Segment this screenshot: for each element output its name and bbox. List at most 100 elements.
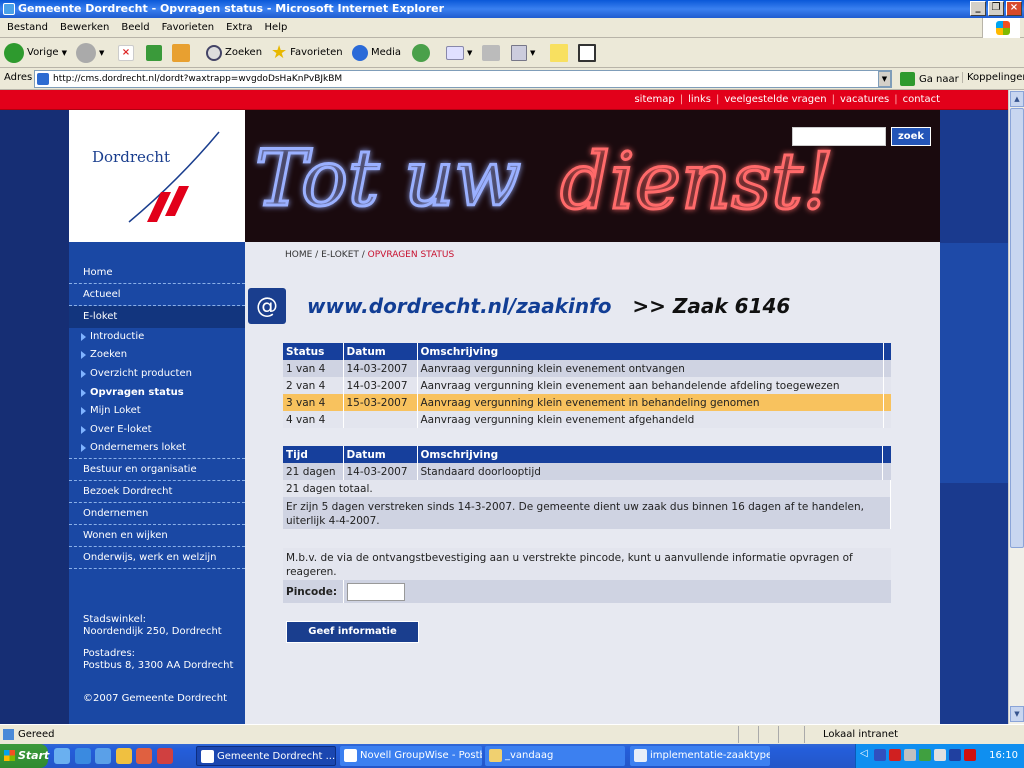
tray-app2-icon[interactable] xyxy=(919,749,931,761)
quicklaunch-app-icon[interactable] xyxy=(136,748,152,764)
home-icon xyxy=(172,44,190,62)
address-input[interactable]: http://cms.dordrecht.nl/dordt?waxtrapp=w… xyxy=(34,70,892,88)
menu-favorites[interactable]: Favorieten xyxy=(156,18,220,38)
browser-toolbar: Vorige ▼ ▼ × Zoeken ★ Favorieten Media ▼ … xyxy=(0,38,1024,68)
task-implementatie[interactable]: implementatie-zaaktype-... xyxy=(630,746,770,766)
dordrecht-logo[interactable]: Dordrecht xyxy=(69,110,245,242)
pincode-input[interactable] xyxy=(346,582,405,601)
refresh-icon xyxy=(146,45,162,61)
menu-view[interactable]: Beeld xyxy=(115,18,155,38)
stop-button[interactable]: × xyxy=(118,42,134,64)
minimize-button[interactable]: _ xyxy=(970,1,986,16)
history-icon xyxy=(412,44,430,62)
right-margin xyxy=(940,110,1008,724)
nav-sub-ondernemers[interactable]: Ondernemers loket xyxy=(69,439,245,459)
notes-button[interactable] xyxy=(550,42,568,64)
nav-onderwijs[interactable]: Onderwijs, werk en welzijn xyxy=(69,547,245,569)
back-button[interactable]: Vorige ▼ xyxy=(4,42,67,64)
window-title-bar[interactable]: Gemeente Dordrecht - Opvragen status - M… xyxy=(0,0,1024,18)
nav-eloket[interactable]: E-loket xyxy=(69,306,245,328)
nav-actueel[interactable]: Actueel xyxy=(69,284,245,306)
quicklaunch-app2-icon[interactable] xyxy=(157,748,173,764)
site-search-button[interactable]: zoek xyxy=(891,127,931,146)
nav-wonen[interactable]: Wonen en wijken xyxy=(69,525,245,547)
messenger-button[interactable] xyxy=(578,42,596,64)
task-vandaag[interactable]: _vandaag xyxy=(485,746,625,766)
forward-button[interactable]: ▼ xyxy=(76,42,104,64)
menu-help[interactable]: Help xyxy=(259,18,294,38)
vertical-scrollbar[interactable]: ▲ ▼ xyxy=(1008,90,1024,724)
quicklaunch-desktop-icon[interactable] xyxy=(54,748,70,764)
refresh-button[interactable] xyxy=(146,42,162,64)
media-icon xyxy=(352,45,368,61)
crumb-eloket[interactable]: E-LOKET xyxy=(321,250,359,260)
menu-tools[interactable]: Extra xyxy=(220,18,258,38)
tray-volume-icon[interactable] xyxy=(934,749,946,761)
nav-sub-introductie[interactable]: Introductie xyxy=(69,328,245,346)
tray-app-icon[interactable] xyxy=(904,749,916,761)
print-button[interactable] xyxy=(482,42,500,64)
link-links[interactable]: links xyxy=(688,94,711,105)
menu-file[interactable]: Bestand xyxy=(0,18,54,38)
breadcrumb: HOME / E-LOKET / OPVRAGEN STATUS xyxy=(285,250,455,260)
status-text: Gereed xyxy=(18,729,55,740)
link-faq[interactable]: veelgestelde vragen xyxy=(724,94,826,105)
history-button[interactable] xyxy=(412,42,430,64)
tray-app3-icon[interactable] xyxy=(949,749,961,761)
windows-logo-icon xyxy=(982,18,1020,38)
nav-ondernemen[interactable]: Ondernemen xyxy=(69,503,245,525)
forward-arrow-icon xyxy=(76,43,96,63)
go-button[interactable]: Ga naar xyxy=(900,72,959,86)
nav-sub-mijn-loket[interactable]: Mijn Loket xyxy=(69,402,245,420)
mail-button[interactable]: ▼ xyxy=(446,42,472,64)
links-button[interactable]: Koppelingen xyxy=(962,72,1024,83)
start-button[interactable]: Start xyxy=(0,744,49,768)
quicklaunch-outlook-icon[interactable] xyxy=(95,748,111,764)
postadres-label: Postadres: xyxy=(83,648,136,659)
quicklaunch-media-icon[interactable] xyxy=(116,748,132,764)
scroll-up-arrow-icon[interactable]: ▲ xyxy=(1010,91,1024,107)
scroll-thumb[interactable] xyxy=(1010,108,1024,548)
link-sitemap[interactable]: sitemap xyxy=(634,94,674,105)
nav-sub-opvragen-status[interactable]: Opvragen status xyxy=(69,384,245,402)
tray-network-icon[interactable] xyxy=(874,749,886,761)
star-icon: ★ xyxy=(271,42,288,63)
nav-sub-overzicht[interactable]: Overzicht producten xyxy=(69,365,245,383)
tray-expand-icon[interactable]: ◁ xyxy=(860,748,868,759)
favorites-button[interactable]: ★ Favorieten xyxy=(271,42,343,64)
nav-bezoek[interactable]: Bezoek Dordrecht xyxy=(69,481,245,503)
stop-icon: × xyxy=(118,45,134,61)
table-row: 21 dagen 14-03-2007 Standaard doorloopti… xyxy=(283,463,891,480)
nav-sub-zoeken[interactable]: Zoeken xyxy=(69,346,245,364)
nav-bestuur[interactable]: Bestuur en organisatie xyxy=(69,459,245,481)
nav-sub-over-eloket[interactable]: Over E-loket xyxy=(69,421,245,439)
close-button[interactable]: × xyxy=(1006,1,1022,16)
taskbar: Start Gemeente Dordrecht ... Novell Grou… xyxy=(0,744,1024,768)
link-contact[interactable]: contact xyxy=(903,94,940,105)
crumb-home[interactable]: HOME xyxy=(285,250,312,260)
task-ie-dordrecht[interactable]: Gemeente Dordrecht ... xyxy=(196,746,336,766)
address-dropdown[interactable]: ▼ xyxy=(878,71,891,87)
edit-button[interactable]: ▼ xyxy=(511,42,535,64)
col-status: Status xyxy=(283,343,344,360)
search-button[interactable]: Zoeken xyxy=(206,42,262,64)
media-button[interactable]: Media xyxy=(352,42,401,64)
quicklaunch-ie-icon[interactable] xyxy=(75,748,91,764)
link-vacatures[interactable]: vacatures xyxy=(840,94,889,105)
table-row: Pincode: xyxy=(283,580,891,603)
menu-edit[interactable]: Bewerken xyxy=(54,18,115,38)
tray-k-icon[interactable] xyxy=(889,749,901,761)
table-row: M.b.v. de via de ontvangstbevestiging aa… xyxy=(283,548,891,580)
scroll-down-arrow-icon[interactable]: ▼ xyxy=(1010,706,1024,722)
go-arrow-icon xyxy=(900,72,915,86)
restore-button[interactable]: ❐ xyxy=(988,1,1004,16)
table-row: 1 van 4 14-03-2007 Aanvraag vergunning k… xyxy=(283,360,891,377)
table-row: 2 van 4 14-03-2007 Aanvraag vergunning k… xyxy=(283,377,891,394)
home-button[interactable] xyxy=(172,42,190,64)
tray-novell-icon[interactable] xyxy=(964,749,976,761)
nav-home[interactable]: Home xyxy=(69,262,245,284)
geef-informatie-button[interactable]: Geef informatie xyxy=(286,621,419,643)
site-search-input[interactable] xyxy=(792,127,886,146)
left-navigation: Home Actueel E-loket Introductie Zoeken … xyxy=(69,242,245,724)
task-groupwise[interactable]: Novell GroupWise - Postbus xyxy=(340,746,482,766)
